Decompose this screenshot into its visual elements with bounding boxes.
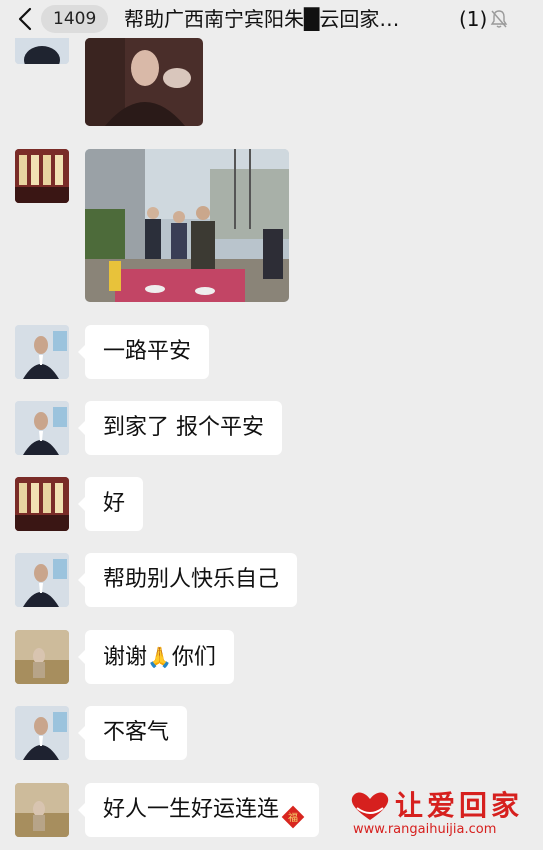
message-bubble[interactable]: 帮助别人快乐自己 xyxy=(77,553,298,607)
avatar[interactable] xyxy=(15,477,69,531)
avatar[interactable] xyxy=(15,553,69,607)
message-bubble[interactable]: 好人一生好运连连 福 xyxy=(77,783,320,837)
avatar[interactable] xyxy=(15,401,69,455)
watermark-brand: 让爱回家 xyxy=(395,789,524,822)
avatar[interactable] xyxy=(15,325,69,379)
member-count: (1) xyxy=(459,7,488,31)
chat-title: 帮助广西南宁宾阳朱█云回家… xyxy=(124,7,400,31)
avatar[interactable] xyxy=(15,630,69,684)
watermark-url: www.rangaihuijia.com xyxy=(353,822,497,837)
unread-count-badge[interactable]: 1409 xyxy=(41,5,109,33)
fu-sticker-icon: 福 xyxy=(281,796,305,829)
message-text: 你们 xyxy=(171,645,216,670)
chevron-left-icon[interactable] xyxy=(18,7,32,31)
message-bubble[interactable]: 好 xyxy=(77,477,144,531)
avatar[interactable] xyxy=(15,149,69,203)
avatar[interactable] xyxy=(15,706,69,760)
chat-header: 1409 帮助广西南宁宾阳朱█云回家… (1) xyxy=(0,0,543,38)
message-bubble[interactable]: 不客气 xyxy=(77,706,188,760)
message-text: 好人一生好运连连 xyxy=(103,797,280,822)
folded-hands-icon: 🙏 xyxy=(147,645,172,669)
heart-hands-icon xyxy=(351,792,389,820)
message-bubble[interactable]: 到家了 报个平安 xyxy=(78,401,282,455)
message-text: 谢谢 xyxy=(103,645,148,670)
chat-photo[interactable] xyxy=(85,38,203,126)
bell-off-icon xyxy=(490,10,508,28)
watermark-logo: 让爱回家 www.rangaihuijia.com xyxy=(343,788,538,840)
chat-photo[interactable] xyxy=(85,149,289,302)
message-bubble[interactable]: 谢谢🙏你们 xyxy=(78,630,234,684)
avatar[interactable] xyxy=(15,783,69,837)
svg-text:福: 福 xyxy=(288,811,298,824)
message-bubble[interactable]: 一路平安 xyxy=(77,325,210,379)
